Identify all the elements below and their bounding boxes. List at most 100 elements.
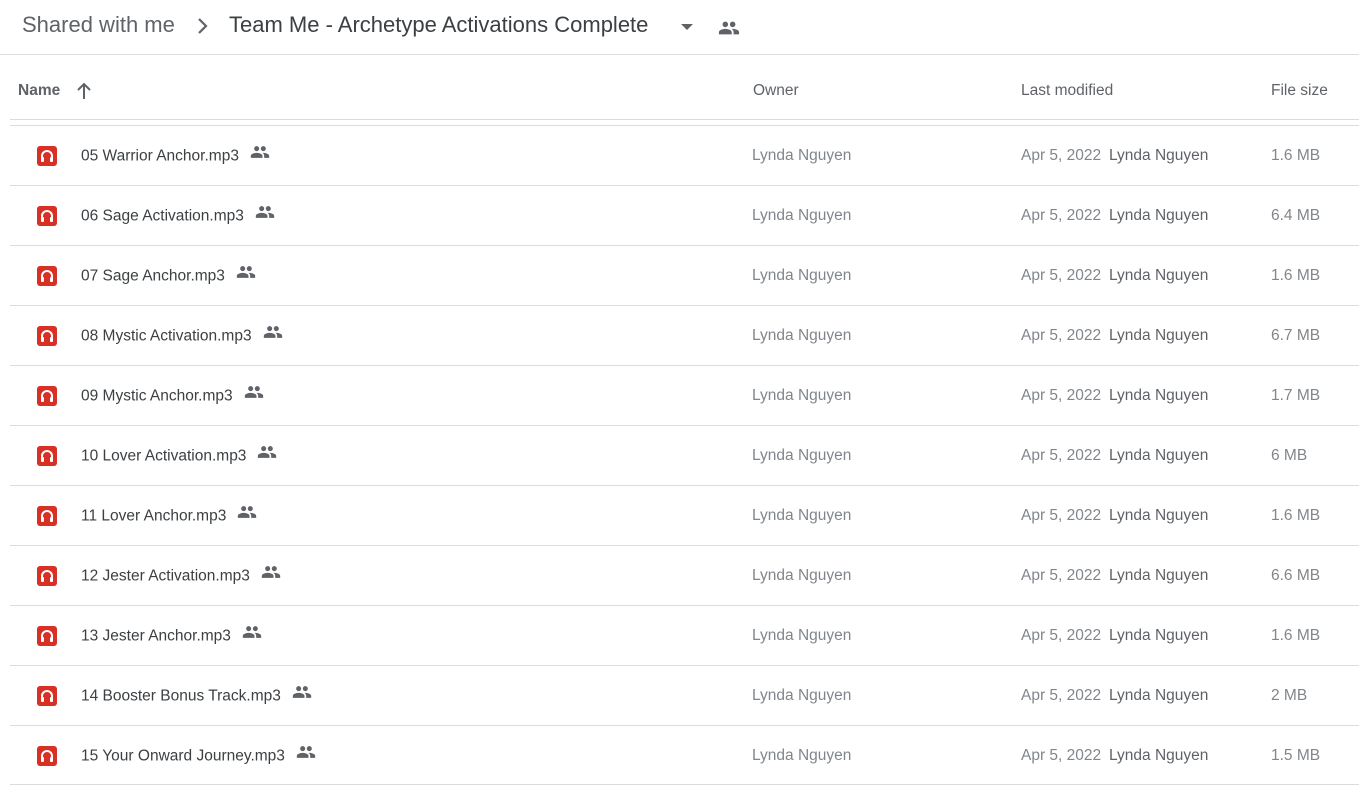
file-size-cell: 1.6 MB <box>1271 627 1321 644</box>
modified-by-cell: Lynda Nguyen <box>1109 747 1209 764</box>
file-name: 11 Lover Anchor.mp3 <box>81 506 258 527</box>
modified-date-cell: Apr 5, 2022 <box>1021 567 1102 584</box>
file-name: 14 Booster Bonus Track.mp3 <box>81 686 313 707</box>
headphones-audio-icon <box>37 626 57 646</box>
file-name-text: 11 Lover Anchor.mp3 <box>81 507 227 525</box>
headphones-audio-icon <box>37 446 57 466</box>
people-icon <box>260 562 282 587</box>
breadcrumb-current-folder[interactable]: Team Me - Archetype Activations Complete <box>229 12 648 38</box>
file-name: 08 Mystic Activation.mp3 <box>81 326 284 347</box>
people-icon <box>262 322 284 347</box>
owner-cell: Lynda Nguyen <box>752 387 852 404</box>
arrow-up-icon[interactable] <box>74 80 94 102</box>
people-icon <box>249 142 271 167</box>
breadcrumb-shared-with-me[interactable]: Shared with me <box>22 12 175 38</box>
file-name: 06 Sage Activation.mp3 <box>81 206 276 227</box>
file-size-cell: 1.5 MB <box>1271 747 1321 764</box>
file-name-text: 12 Jester Activation.mp3 <box>81 567 250 585</box>
column-header-row: Name Owner Last modified File size <box>10 56 1359 120</box>
file-row[interactable]: 06 Sage Activation.mp3 Lynda Nguyen Apr … <box>10 185 1359 245</box>
modified-by-cell: Lynda Nguyen <box>1109 147 1209 164</box>
owner-cell: Lynda Nguyen <box>752 687 852 704</box>
modified-by-cell: Lynda Nguyen <box>1109 447 1209 464</box>
file-size-cell: 2 MB <box>1271 687 1308 704</box>
file-name-text: 05 Warrior Anchor.mp3 <box>81 147 239 165</box>
file-row[interactable]: 07 Sage Anchor.mp3 Lynda Nguyen Apr 5, 2… <box>10 245 1359 305</box>
headphones-audio-icon <box>37 326 57 346</box>
modified-date-cell: Apr 5, 2022 <box>1021 627 1102 644</box>
file-row[interactable]: 05 Warrior Anchor.mp3 Lynda Nguyen Apr 5… <box>10 125 1359 185</box>
file-name-text: 09 Mystic Anchor.mp3 <box>81 387 233 405</box>
file-name: 05 Warrior Anchor.mp3 <box>81 146 271 167</box>
file-size-cell: 1.6 MB <box>1271 507 1321 524</box>
file-row[interactable]: 12 Jester Activation.mp3 Lynda Nguyen Ap… <box>10 545 1359 605</box>
owner-cell: Lynda Nguyen <box>752 327 852 344</box>
people-icon <box>236 502 258 527</box>
column-header-name[interactable]: Name <box>18 82 60 100</box>
headphones-audio-icon <box>37 146 57 166</box>
modified-by-cell: Lynda Nguyen <box>1109 207 1209 224</box>
people-icon <box>291 682 313 707</box>
file-row[interactable]: 14 Booster Bonus Track.mp3 Lynda Nguyen … <box>10 665 1359 725</box>
modified-by-cell: Lynda Nguyen <box>1109 687 1209 704</box>
file-name: 07 Sage Anchor.mp3 <box>81 266 257 287</box>
owner-cell: Lynda Nguyen <box>752 447 852 464</box>
people-icon <box>241 622 263 647</box>
people-icon <box>256 442 278 467</box>
modified-date-cell: Apr 5, 2022 <box>1021 447 1102 464</box>
file-size-cell: 1.7 MB <box>1271 387 1321 404</box>
file-size-cell: 6.6 MB <box>1271 567 1321 584</box>
modified-by-cell: Lynda Nguyen <box>1109 507 1209 524</box>
file-row[interactable]: 11 Lover Anchor.mp3 Lynda Nguyen Apr 5, … <box>10 485 1359 545</box>
modified-date-cell: Apr 5, 2022 <box>1021 387 1102 404</box>
owner-cell: Lynda Nguyen <box>752 507 852 524</box>
people-icon <box>243 382 265 407</box>
headphones-audio-icon <box>37 686 57 706</box>
modified-date-cell: Apr 5, 2022 <box>1021 687 1102 704</box>
file-name: 09 Mystic Anchor.mp3 <box>81 386 265 407</box>
file-name-text: 14 Booster Bonus Track.mp3 <box>81 687 281 705</box>
owner-cell: Lynda Nguyen <box>752 207 852 224</box>
modified-by-cell: Lynda Nguyen <box>1109 327 1209 344</box>
file-row[interactable]: 09 Mystic Anchor.mp3 Lynda Nguyen Apr 5,… <box>10 365 1359 425</box>
owner-cell: Lynda Nguyen <box>752 627 852 644</box>
modified-date-cell: Apr 5, 2022 <box>1021 327 1102 344</box>
file-size-cell: 6 MB <box>1271 447 1308 464</box>
modified-by-cell: Lynda Nguyen <box>1109 627 1209 644</box>
file-name: 10 Lover Activation.mp3 <box>81 446 278 467</box>
file-name-text: 13 Jester Anchor.mp3 <box>81 627 231 645</box>
column-header-file-size[interactable]: File size <box>1271 82 1328 100</box>
owner-cell: Lynda Nguyen <box>752 267 852 284</box>
file-row[interactable]: 15 Your Onward Journey.mp3 Lynda Nguyen … <box>10 725 1359 785</box>
breadcrumb-bar: Shared with me Team Me - Archetype Activ… <box>0 0 1359 55</box>
modified-by-cell: Lynda Nguyen <box>1109 387 1209 404</box>
people-icon <box>295 742 317 767</box>
caret-down-icon[interactable] <box>676 16 698 38</box>
modified-date-cell: Apr 5, 2022 <box>1021 207 1102 224</box>
owner-cell: Lynda Nguyen <box>752 747 852 764</box>
file-name-text: 07 Sage Anchor.mp3 <box>81 267 225 285</box>
owner-cell: Lynda Nguyen <box>752 147 852 164</box>
headphones-audio-icon <box>37 566 57 586</box>
people-icon <box>717 17 741 39</box>
column-header-owner[interactable]: Owner <box>753 82 799 100</box>
modified-date-cell: Apr 5, 2022 <box>1021 267 1102 284</box>
file-size-cell: 6.7 MB <box>1271 327 1321 344</box>
modified-date-cell: Apr 5, 2022 <box>1021 507 1102 524</box>
file-name-text: 08 Mystic Activation.mp3 <box>81 327 252 345</box>
file-name-text: 15 Your Onward Journey.mp3 <box>81 747 285 765</box>
owner-cell: Lynda Nguyen <box>752 567 852 584</box>
file-row[interactable]: 08 Mystic Activation.mp3 Lynda Nguyen Ap… <box>10 305 1359 365</box>
headphones-audio-icon <box>37 506 57 526</box>
headphones-audio-icon <box>37 746 57 766</box>
file-name: 12 Jester Activation.mp3 <box>81 566 282 587</box>
column-header-last-modified[interactable]: Last modified <box>1021 82 1113 100</box>
file-row[interactable]: 10 Lover Activation.mp3 Lynda Nguyen Apr… <box>10 425 1359 485</box>
modified-by-cell: Lynda Nguyen <box>1109 267 1209 284</box>
modified-date-cell: Apr 5, 2022 <box>1021 747 1102 764</box>
file-name: 15 Your Onward Journey.mp3 <box>81 746 317 767</box>
file-name: 13 Jester Anchor.mp3 <box>81 626 263 647</box>
file-size-cell: 1.6 MB <box>1271 267 1321 284</box>
file-row[interactable]: 13 Jester Anchor.mp3 Lynda Nguyen Apr 5,… <box>10 605 1359 665</box>
headphones-audio-icon <box>37 266 57 286</box>
